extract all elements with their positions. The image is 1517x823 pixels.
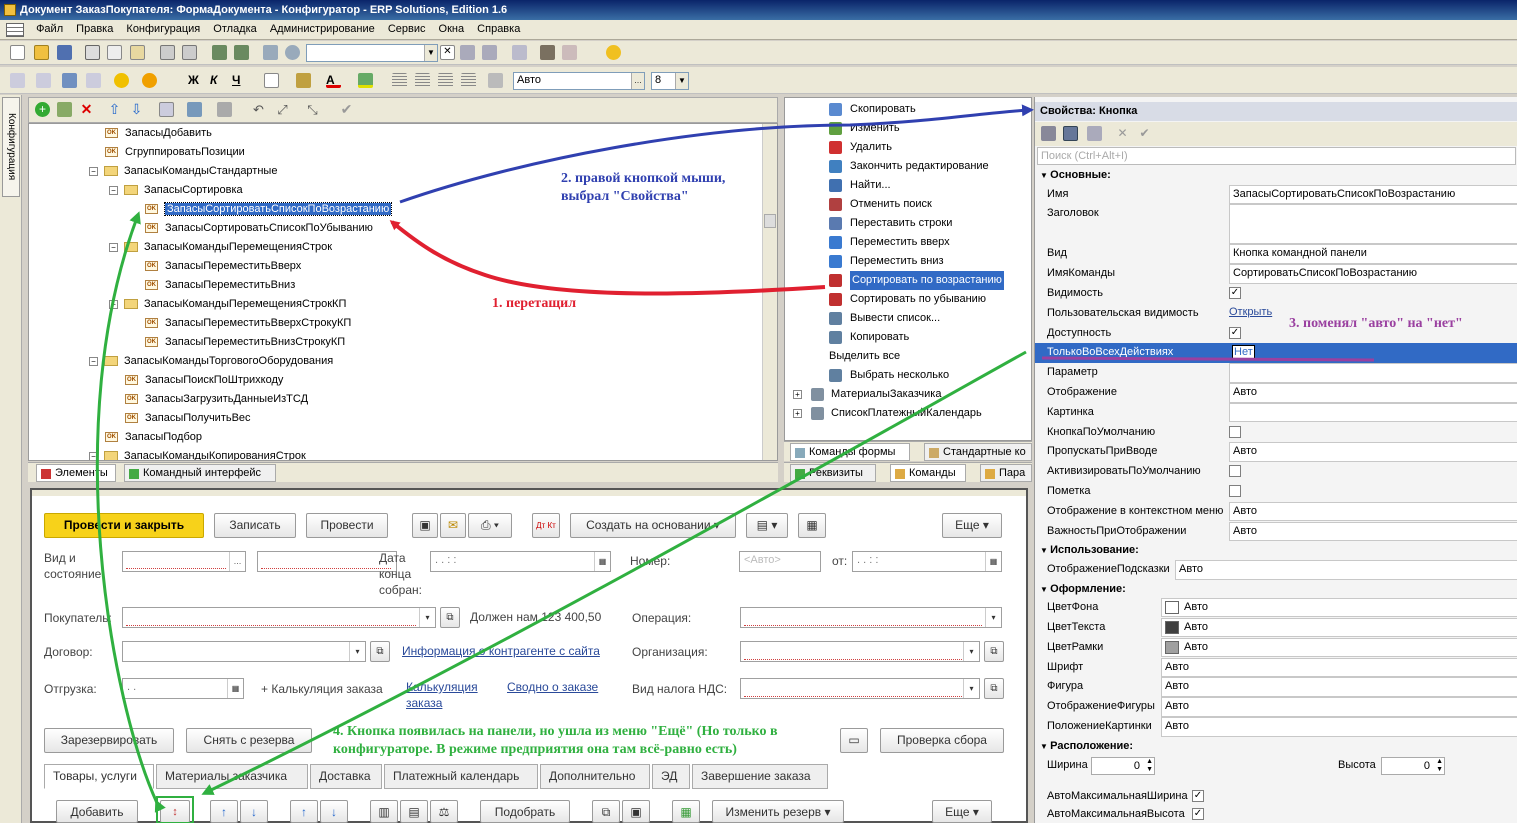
annotation-2-line2: выбрал "Свойства" <box>561 189 689 204</box>
sort-button-highlight <box>156 796 194 823</box>
green-double-arrow <box>95 211 166 813</box>
annotation-3: 3. поменял "авто" на "нет" <box>1289 316 1463 331</box>
annotation-2-line1: 2. правой кнопкой мыши, <box>561 171 726 186</box>
red-drag-arrow <box>389 220 826 296</box>
annotation-4-line2: конфигураторе. В режиме предприятия она … <box>333 742 737 757</box>
annotation-1: 1. перетащил <box>492 296 577 311</box>
annotation-4-line1: 4. Кнопка появилась на панели, но ушла и… <box>333 724 778 739</box>
annotation-arrows <box>95 104 1375 823</box>
blue-properties-arrow <box>399 104 1034 204</box>
purple-underline <box>1041 356 1375 362</box>
